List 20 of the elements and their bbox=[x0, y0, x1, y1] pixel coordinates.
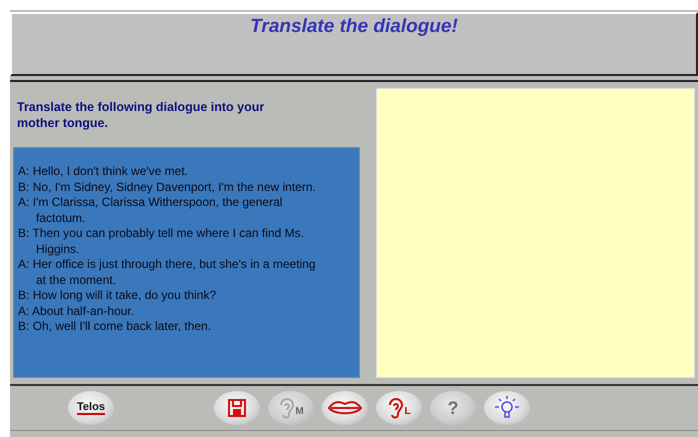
page-title: Translate the dialogue! bbox=[250, 16, 458, 38]
ear-icon bbox=[278, 397, 294, 419]
dialogue-line: B: Then you can probably tell me where I can find Ms. Higgins. bbox=[18, 226, 305, 257]
lips-icon bbox=[328, 399, 362, 417]
dialogue-line: A: About half-an-hour. bbox=[18, 304, 136, 319]
lips-button[interactable] bbox=[322, 391, 368, 425]
save-button[interactable] bbox=[214, 391, 260, 425]
dialogue-line: A: Her office is just through there, but she's in a meeting at the moment. bbox=[18, 257, 316, 288]
dialogue-line: B: Oh, well I'll come back later, then. bbox=[18, 319, 212, 334]
dialogue-line: B: No, I'm Sidney, Sidney Davenport, I'm the new intern. bbox=[18, 180, 316, 195]
dialogue-line: A: I'm Clarissa, Clarissa Witherspoon, the general factotum. bbox=[18, 195, 284, 226]
hint-button[interactable] bbox=[484, 391, 530, 425]
ear-icon bbox=[387, 397, 404, 419]
dialogue-line: A: Hello, I don't think we've met. bbox=[18, 164, 190, 180]
logo-button[interactable]: Telos bbox=[68, 391, 114, 425]
instruction-text: Translate the following dialogue into your mother tongue. bbox=[17, 99, 266, 131]
dialogue-line: B: How long will it take, do you think? bbox=[18, 288, 218, 304]
ear-button[interactable]: L bbox=[376, 391, 422, 425]
translation-field[interactable] bbox=[376, 88, 695, 378]
light-bulb-icon bbox=[493, 395, 521, 421]
